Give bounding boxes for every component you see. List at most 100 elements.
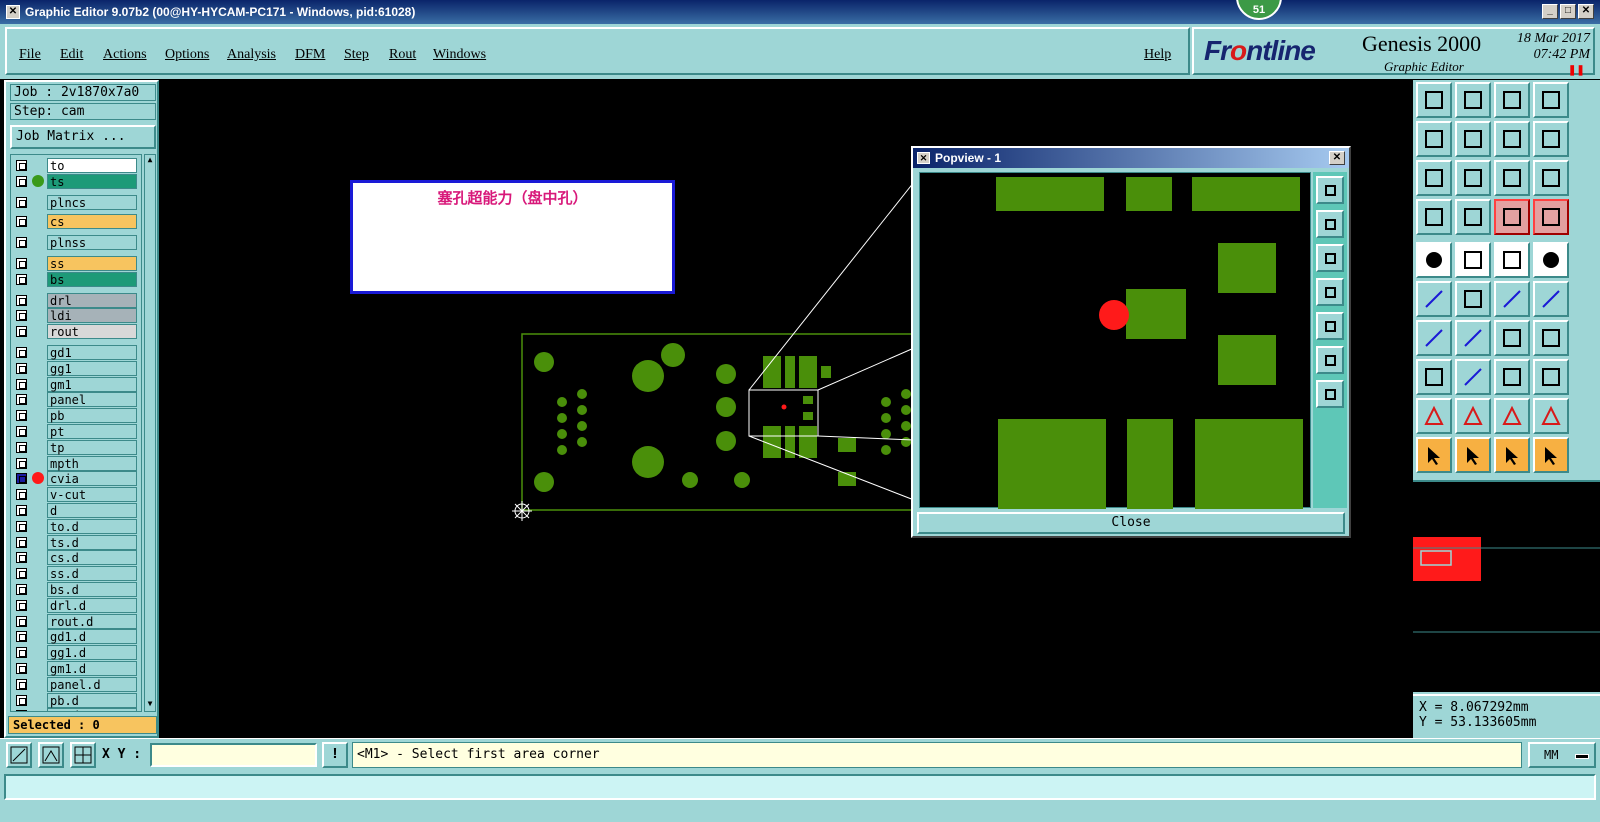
move-up-tool-button[interactable] — [1416, 82, 1452, 118]
layer-checkbox[interactable] — [16, 520, 27, 532]
pointer-box-tool-button[interactable] — [1455, 437, 1491, 473]
layer-row-ts-d[interactable]: ts.d — [11, 534, 141, 550]
triangle-b-tool-button[interactable] — [1455, 398, 1491, 434]
layer-checkbox[interactable] — [16, 258, 27, 269]
layer-name[interactable]: panel.d — [47, 676, 137, 692]
layer-name[interactable]: rout — [47, 324, 137, 340]
pointer-net-tool-button[interactable] — [1533, 437, 1569, 473]
layer-row-ts[interactable]: ts — [11, 173, 141, 189]
popview-zoom-out-button[interactable] — [1316, 346, 1344, 374]
layer-name[interactable]: pt — [47, 424, 137, 439]
layer-row-to[interactable]: to — [11, 158, 141, 173]
net-tool-button[interactable] — [1533, 199, 1569, 235]
layer-checkbox[interactable] — [16, 362, 27, 374]
menu-edit[interactable]: Edit — [60, 47, 83, 63]
snake-tool-button[interactable] — [1533, 121, 1569, 157]
layer-name[interactable]: pb — [47, 408, 137, 424]
layer-name[interactable]: gm1.d — [47, 661, 137, 676]
layer-row-rout[interactable]: rout — [11, 324, 141, 340]
layer-row-pb[interactable]: pb — [11, 408, 141, 424]
traffic-light-tool-button[interactable] — [1494, 199, 1530, 235]
popview-close-icon[interactable]: ✕ — [1329, 151, 1345, 165]
layer-name[interactable]: to.d — [47, 518, 137, 534]
popview-canvas[interactable] — [919, 172, 1311, 509]
layer-name[interactable]: ldi — [47, 308, 137, 324]
home-tool-button[interactable] — [1494, 82, 1530, 118]
layer-checkbox[interactable] — [16, 647, 27, 659]
delete-line-tool-button[interactable] — [1455, 359, 1491, 395]
popview-fit-button[interactable] — [1316, 380, 1344, 408]
ruler-tool-button[interactable] — [1494, 242, 1530, 278]
layer-checkbox[interactable] — [16, 631, 27, 643]
layer-name[interactable]: v-cut — [47, 487, 137, 503]
layer-name[interactable]: bs.d — [47, 582, 137, 597]
layer-checkbox[interactable] — [16, 710, 27, 711]
move-down-tool-button[interactable] — [1455, 82, 1491, 118]
layer-name[interactable]: cs.d — [47, 550, 137, 566]
triangle-d-tool-button[interactable] — [1533, 398, 1569, 434]
layer-row-mpth[interactable]: mpth — [11, 455, 141, 471]
layer-name[interactable]: cs — [47, 214, 137, 230]
layer-name[interactable]: pt.d — [47, 708, 137, 711]
layer-name[interactable]: ts — [47, 173, 137, 189]
resize-tool-button[interactable] — [1494, 359, 1530, 395]
pointer-tool-button[interactable] — [1416, 437, 1452, 473]
layer-name[interactable]: ss.d — [47, 566, 137, 582]
popview-zoom-in-button[interactable] — [1316, 176, 1344, 204]
move-left-tool-button[interactable] — [1416, 121, 1452, 157]
select-box-tool-button[interactable] — [1455, 242, 1491, 278]
line-add-tool-button[interactable] — [1416, 320, 1452, 356]
layer-name[interactable]: gd1.d — [47, 629, 137, 645]
layer-checkbox[interactable] — [16, 310, 27, 322]
layer-row-rout-d[interactable]: rout.d — [11, 613, 141, 629]
layer-row-pt[interactable]: pt — [11, 424, 141, 439]
popview-pan-left-button[interactable] — [1316, 278, 1344, 306]
layer-checkbox[interactable] — [16, 473, 27, 485]
layer-checkbox[interactable] — [16, 196, 27, 208]
minimize-button[interactable]: _ — [1542, 4, 1558, 19]
layer-checkbox[interactable] — [16, 378, 27, 390]
layer-name[interactable]: gg1 — [47, 360, 137, 376]
layer-row-v-cut[interactable]: v-cut — [11, 487, 141, 503]
layer-checkbox[interactable] — [16, 663, 27, 674]
move-point-tool-button[interactable] — [1494, 281, 1530, 317]
layer-checkbox[interactable] — [16, 457, 27, 469]
layer-checkbox[interactable] — [16, 237, 27, 249]
layer-checkbox[interactable] — [16, 536, 27, 548]
layer-checkbox[interactable] — [16, 294, 27, 306]
zoom-area-button[interactable] — [6, 742, 32, 768]
layer-row-pt-d[interactable]: pt.d — [11, 708, 141, 711]
popview-pan-up-button[interactable] — [1316, 210, 1344, 238]
close-window-button[interactable]: ✕ — [1578, 4, 1594, 19]
help-tool-button[interactable] — [1533, 160, 1569, 196]
menu-analysis[interactable]: Analysis — [227, 47, 276, 63]
layer-name[interactable]: gd1 — [47, 345, 137, 360]
overview-map[interactable] — [1413, 480, 1600, 692]
layer-row-plnss[interactable]: plnss — [11, 235, 141, 251]
layer-row-ldi[interactable]: ldi — [11, 308, 141, 324]
layer-checkbox[interactable] — [16, 441, 27, 453]
layer-name[interactable]: cvia — [47, 471, 137, 487]
menu-rout[interactable]: Rout — [389, 47, 416, 63]
layer-checkbox[interactable] — [16, 426, 27, 437]
popview-close-button[interactable]: Close — [917, 512, 1345, 534]
layer-name[interactable]: pb.d — [47, 692, 137, 708]
group-tool-button[interactable] — [1533, 359, 1569, 395]
menu-options[interactable]: Options — [165, 47, 209, 63]
layer-checkbox[interactable] — [16, 160, 27, 171]
menu-file[interactable]: File — [19, 47, 41, 63]
layer-name[interactable]: rout.d — [47, 613, 137, 629]
connect-tool-button[interactable] — [1416, 281, 1452, 317]
layer-row-gg1[interactable]: gg1 — [11, 360, 141, 376]
layer-name[interactable]: plnss — [47, 235, 137, 251]
layer-name[interactable]: gg1.d — [47, 645, 137, 661]
layer-name[interactable]: bs — [47, 271, 137, 287]
grid-tool-button[interactable] — [1455, 199, 1491, 235]
layer-row-ss-d[interactable]: ss.d — [11, 566, 141, 582]
layer-checkbox[interactable] — [16, 273, 27, 285]
layer-checkbox[interactable] — [16, 584, 27, 595]
maximize-button[interactable]: □ — [1560, 4, 1576, 19]
layer-row-bs-d[interactable]: bs.d — [11, 582, 141, 597]
layer-name[interactable]: d — [47, 503, 137, 518]
line-edit-tool-button[interactable] — [1455, 320, 1491, 356]
